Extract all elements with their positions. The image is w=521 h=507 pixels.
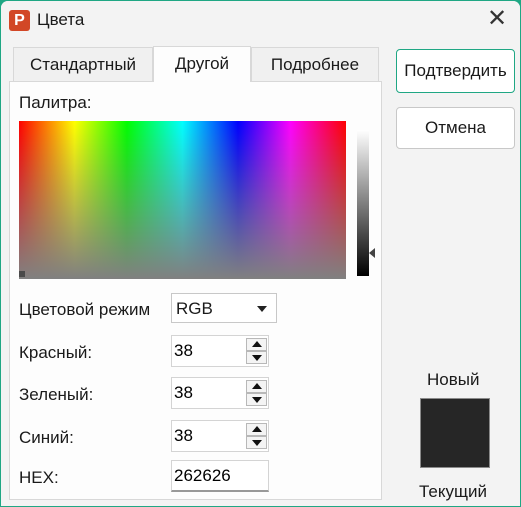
title-bar: P Цвета ✕ — [1, 1, 520, 39]
window-title: Цвета — [37, 10, 85, 29]
new-color-label: Новый — [427, 370, 480, 389]
arrow-up-icon — [252, 341, 262, 347]
confirm-button[interactable]: Подтвердить — [396, 49, 515, 93]
tab-custom[interactable]: Другой — [153, 46, 251, 82]
color-mode-label: Цветовой режим — [19, 300, 151, 319]
red-label: Красный: — [19, 343, 93, 362]
close-button[interactable]: ✕ — [483, 7, 511, 33]
green-increment-button[interactable] — [246, 380, 267, 393]
hex-field — [171, 460, 269, 492]
palette-cursor[interactable] — [19, 271, 25, 277]
luminance-handle-icon[interactable] — [369, 248, 375, 258]
hex-input[interactable] — [174, 465, 238, 487]
green-label: Зеленый: — [19, 385, 94, 404]
luminance-slider[interactable] — [357, 130, 369, 276]
new-color-swatch — [420, 398, 490, 468]
green-decrement-button[interactable] — [246, 393, 267, 406]
red-increment-button[interactable] — [246, 338, 267, 351]
red-input[interactable] — [174, 340, 238, 362]
current-color-label: Текущий — [419, 482, 487, 501]
cancel-button[interactable]: Отмена — [396, 107, 515, 149]
arrow-down-icon — [252, 397, 262, 403]
green-input[interactable] — [174, 382, 238, 404]
arrow-down-icon — [252, 355, 262, 361]
red-stepper — [171, 335, 269, 367]
arrow-up-icon — [252, 383, 262, 389]
color-mode-select[interactable]: RGB — [171, 293, 277, 323]
palette-label: Палитра: — [19, 93, 92, 112]
blue-input[interactable] — [174, 425, 238, 447]
blue-stepper — [171, 420, 269, 452]
blue-increment-button[interactable] — [246, 423, 267, 436]
color-dialog: P Цвета ✕ Стандартный Другой Подробнее П… — [0, 0, 521, 507]
tab-standard[interactable]: Стандартный — [13, 47, 153, 81]
green-stepper — [171, 377, 269, 409]
chevron-down-icon — [257, 306, 267, 312]
blue-label: Синий: — [19, 428, 74, 447]
red-decrement-button[interactable] — [246, 351, 267, 364]
close-icon: ✕ — [486, 5, 508, 32]
app-icon: P — [9, 10, 30, 31]
color-palette[interactable] — [19, 121, 346, 279]
hex-label: HEX: — [19, 468, 59, 487]
arrow-up-icon — [252, 426, 262, 432]
blue-decrement-button[interactable] — [246, 436, 267, 449]
arrow-down-icon — [252, 440, 262, 446]
tab-details[interactable]: Подробнее — [251, 47, 379, 81]
color-mode-value: RGB — [176, 299, 213, 318]
